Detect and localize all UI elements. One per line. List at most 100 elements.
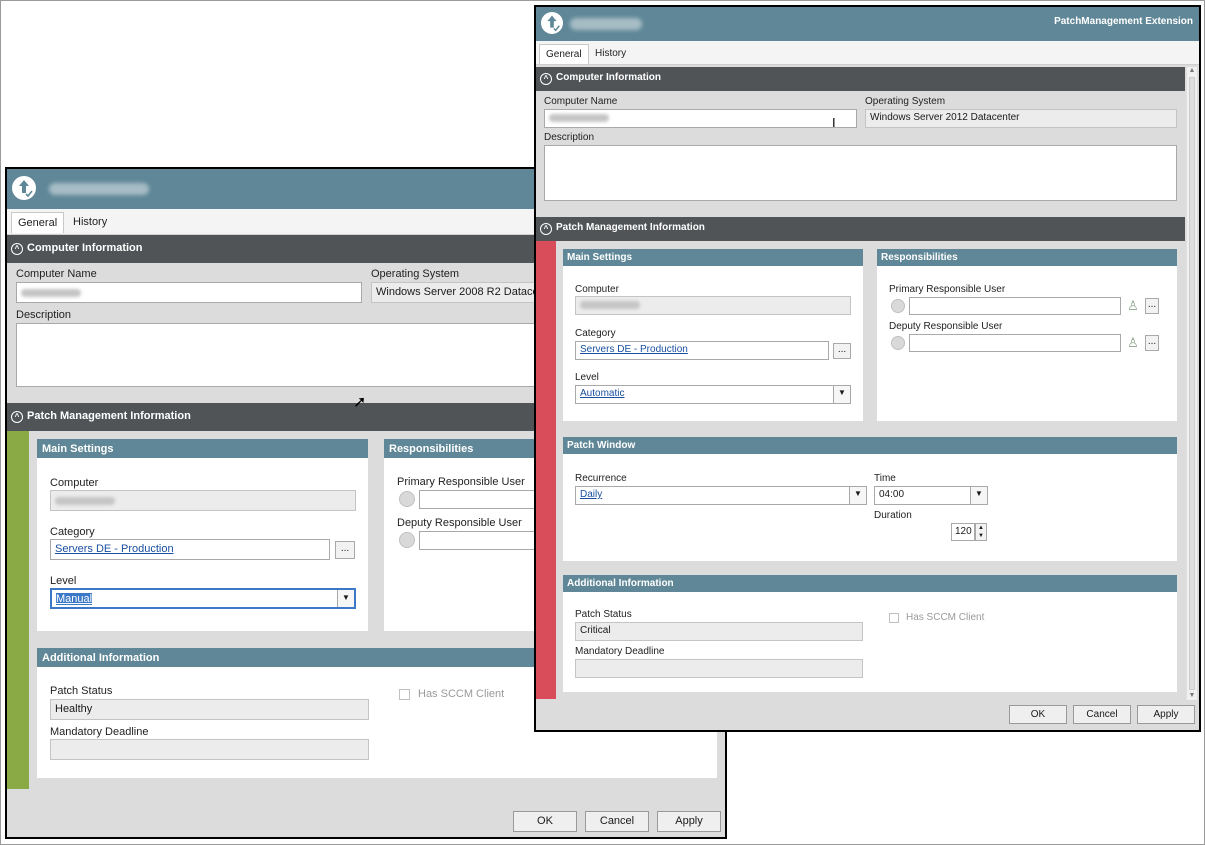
primary-user-label: Primary Responsible User <box>397 476 525 488</box>
category-input[interactable]: Servers DE - Production <box>575 341 829 360</box>
status-accent-strip <box>7 431 29 789</box>
avatar <box>891 299 905 313</box>
responsibilities-panel: Responsibilities Primary Responsible Use… <box>877 249 1177 421</box>
recurrence-select[interactable]: Daily ▼ <box>575 486 867 505</box>
category-input[interactable]: Servers DE - Production <box>50 539 330 560</box>
panel-title: Main Settings <box>563 249 863 266</box>
section-title: Patch Management Information <box>556 222 705 233</box>
tab-bar: General History <box>536 41 1199 65</box>
category-link[interactable]: Servers DE - Production <box>580 344 688 355</box>
cancel-button[interactable]: Cancel <box>1073 705 1131 724</box>
chevron-up-icon[interactable]: ^ <box>11 411 23 423</box>
time-label: Time <box>874 473 896 484</box>
time-select[interactable]: 04:00 ▼ <box>874 486 988 505</box>
time-value: 04:00 <box>879 489 905 500</box>
right-window: PatchManagement Extension General Histor… <box>534 5 1201 732</box>
computer-name-input[interactable] <box>16 282 362 303</box>
tab-general[interactable]: General <box>539 44 589 64</box>
level-select[interactable]: Manual ▼ <box>50 588 356 609</box>
mandatory-deadline-label: Mandatory Deadline <box>575 646 665 657</box>
ok-button[interactable]: OK <box>1009 705 1067 724</box>
avatar <box>891 336 905 350</box>
apply-button[interactable]: Apply <box>1137 705 1195 724</box>
computer-name-input[interactable] <box>544 109 857 128</box>
primary-user-label: Primary Responsible User <box>889 284 1006 295</box>
section-title: Computer Information <box>27 242 143 254</box>
level-label: Level <box>575 372 599 383</box>
chevron-up-icon[interactable]: ^ <box>540 73 552 85</box>
sccm-checkbox[interactable] <box>399 689 410 700</box>
person-icon[interactable]: ♙ <box>1125 335 1141 351</box>
duration-stepper[interactable]: ▲ ▼ <box>975 523 987 541</box>
category-link[interactable]: Servers DE - Production <box>55 543 174 555</box>
duration-label: Duration <box>874 510 912 521</box>
chevron-up-icon[interactable]: ^ <box>11 243 23 255</box>
person-icon[interactable]: ♙ <box>1125 298 1141 314</box>
window-title-blurred <box>49 183 149 195</box>
tab-general[interactable]: General <box>11 212 65 233</box>
computer-label: Computer <box>575 284 619 295</box>
section-title: Patch Management Information <box>27 410 191 422</box>
level-label: Level <box>50 575 77 587</box>
title-bar: PatchManagement Extension <box>536 7 1199 41</box>
level-value: Automatic <box>580 388 625 399</box>
upload-check-icon <box>541 12 563 34</box>
primary-user-input[interactable] <box>909 297 1121 315</box>
tab-history[interactable]: History <box>67 212 113 232</box>
browse-primary-user-button[interactable]: ... <box>1145 298 1159 314</box>
apply-button[interactable]: Apply <box>657 811 721 832</box>
chevron-up-icon[interactable]: ▲ <box>1187 67 1197 75</box>
extension-title: PatchManagement Extension <box>1054 16 1193 27</box>
description-label: Description <box>16 309 72 321</box>
deputy-user-input[interactable] <box>909 334 1121 352</box>
window-title-blurred <box>570 18 642 30</box>
patch-window-panel: Patch Window Recurrence Daily ▼ Time 04:… <box>563 437 1177 561</box>
category-label: Category <box>575 328 616 339</box>
level-select[interactable]: Automatic ▼ <box>575 385 851 404</box>
mouse-pointer-icon: ➚ <box>353 394 367 411</box>
chevron-up-icon[interactable]: ^ <box>540 223 552 235</box>
patch-status-field: Critical <box>575 622 863 641</box>
chevron-down-icon[interactable]: ▼ <box>849 487 866 504</box>
browse-deputy-user-button[interactable]: ... <box>1145 335 1159 351</box>
description-textarea[interactable] <box>544 145 1177 201</box>
panel-title: Additional Information <box>563 575 1177 592</box>
main-settings-panel: Main Settings Computer Category Servers … <box>563 249 863 421</box>
browse-category-button[interactable]: ... <box>335 541 355 559</box>
ok-button[interactable]: OK <box>513 811 577 832</box>
main-settings-panel: Main Settings Computer Category Servers … <box>37 439 368 631</box>
section-title: Computer Information <box>556 72 661 83</box>
deputy-user-label: Deputy Responsible User <box>397 517 522 529</box>
mandatory-deadline-field <box>50 739 369 760</box>
recurrence-value: Daily <box>580 489 603 500</box>
sccm-label: Has SCCM Client <box>418 688 505 700</box>
patch-status-field: Healthy <box>50 699 369 720</box>
chevron-down-icon[interactable]: ▼ <box>337 590 354 607</box>
patch-management-header[interactable]: ^ Patch Management Information <box>536 217 1185 241</box>
chevron-down-icon[interactable]: ▼ <box>1187 692 1197 700</box>
panel-title: Main Settings <box>37 439 368 458</box>
scrollbar-thumb[interactable] <box>1189 77 1195 690</box>
mandatory-deadline-label: Mandatory Deadline <box>50 726 149 738</box>
chevron-down-icon[interactable]: ▼ <box>833 386 850 403</box>
cancel-button[interactable]: Cancel <box>585 811 649 832</box>
computer-info-header[interactable]: ^ Computer Information <box>536 67 1185 91</box>
browse-category-button[interactable]: ... <box>833 343 851 359</box>
patch-status-label: Patch Status <box>575 609 632 620</box>
deputy-user-label: Deputy Responsible User <box>889 321 1003 332</box>
category-label: Category <box>50 526 95 538</box>
os-label: Operating System <box>371 268 460 280</box>
panel-title: Patch Window <box>563 437 1177 454</box>
vertical-scrollbar[interactable]: ▲ ▼ <box>1186 67 1197 700</box>
panel-title: Responsibilities <box>877 249 1177 266</box>
recurrence-label: Recurrence <box>575 473 627 484</box>
description-label: Description <box>544 132 595 143</box>
upload-check-icon <box>12 176 36 200</box>
duration-input[interactable]: 120 <box>951 523 975 541</box>
patch-status-label: Patch Status <box>50 685 113 697</box>
computer-name-label: Computer Name <box>544 96 618 107</box>
tab-history[interactable]: History <box>589 44 632 63</box>
computer-label: Computer <box>50 477 99 489</box>
sccm-checkbox[interactable] <box>889 613 899 623</box>
chevron-down-icon[interactable]: ▼ <box>970 487 987 504</box>
